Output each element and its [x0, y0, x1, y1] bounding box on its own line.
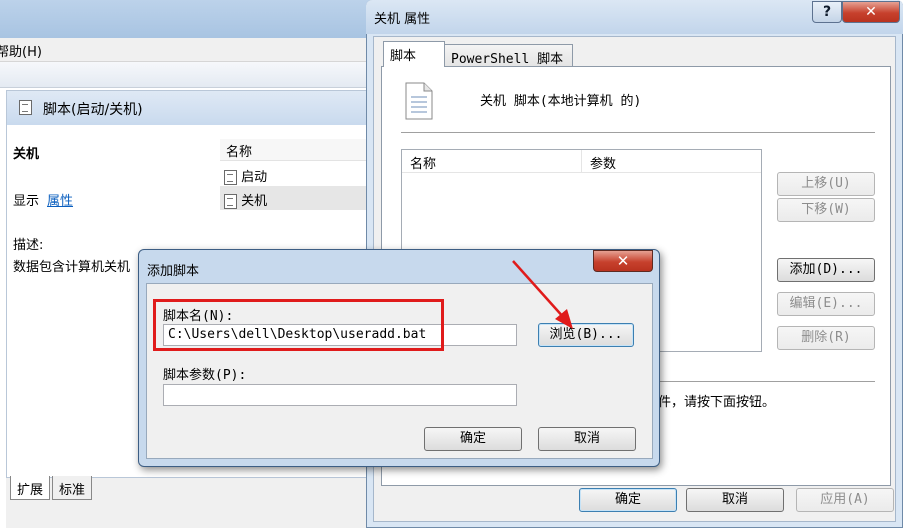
- menu-help[interactable]: 帮助(H): [0, 41, 42, 60]
- list-item-shutdown[interactable]: 关机: [224, 190, 267, 209]
- description-label: 描述:: [13, 238, 44, 253]
- section-title: 关机: [13, 147, 40, 162]
- edit-button[interactable]: 编辑(E)...: [777, 292, 875, 316]
- add-button[interactable]: 添加(D)...: [777, 258, 875, 282]
- script-params-label: 脚本参数(P):: [163, 368, 247, 383]
- scripts-heading: 关机 脚本(本地计算机 的): [480, 94, 642, 109]
- column-name[interactable]: 名称: [402, 150, 582, 173]
- add-script-cancel-button[interactable]: 取消: [538, 427, 636, 451]
- move-down-button[interactable]: 下移(W): [777, 198, 875, 222]
- display-label: 显示: [13, 194, 40, 209]
- list-item-label: 关机: [241, 194, 268, 209]
- tab-standard[interactable]: 标准: [52, 476, 93, 500]
- list-item-startup[interactable]: 启动: [224, 166, 267, 185]
- list-item-label: 启动: [241, 170, 268, 185]
- hint-text: 件，请按下面按钮。: [658, 395, 776, 410]
- add-script-close-button[interactable]: ✕: [593, 250, 653, 272]
- script-params-input[interactable]: [163, 384, 517, 406]
- description-text: 数据包含计算机关机: [13, 260, 131, 275]
- properties-link[interactable]: 属性: [47, 190, 73, 209]
- details-header: 脚本(启动/关机): [7, 91, 370, 125]
- background-window-titlebar: [0, 0, 370, 38]
- properties-close-button[interactable]: ✕: [842, 1, 900, 23]
- toolbar: [0, 62, 370, 88]
- script-file-icon: [224, 170, 237, 185]
- column-params[interactable]: 参数: [582, 150, 761, 173]
- annotation-arrow-icon: [512, 260, 573, 329]
- annotation-highlight-box: [153, 299, 444, 351]
- apply-button[interactable]: 应用(A): [796, 488, 894, 512]
- tab-powershell-scripts[interactable]: PowerShell 脚本: [444, 44, 573, 67]
- help-button[interactable]: ?: [812, 1, 842, 23]
- tab-scripts[interactable]: 脚本: [383, 41, 445, 67]
- separator: [401, 132, 875, 133]
- tab-extended[interactable]: 扩展: [10, 476, 51, 500]
- details-header-title: 脚本(启动/关机): [43, 102, 143, 118]
- add-script-title: 添加脚本: [147, 264, 200, 279]
- move-up-button[interactable]: 上移(U): [777, 172, 875, 196]
- remove-button[interactable]: 删除(R): [777, 326, 875, 350]
- ok-button[interactable]: 确定: [579, 488, 677, 512]
- scripts-icon: [19, 100, 32, 115]
- list-column-header[interactable]: 名称: [220, 139, 370, 161]
- script-document-icon: [404, 82, 434, 120]
- menu-bar: 帮助(H): [0, 38, 370, 62]
- column-name-label: 名称: [226, 145, 253, 160]
- add-script-ok-button[interactable]: 确定: [424, 427, 522, 451]
- cancel-button[interactable]: 取消: [686, 488, 784, 512]
- script-file-icon: [224, 194, 237, 209]
- properties-title: 关机 属性: [374, 12, 431, 27]
